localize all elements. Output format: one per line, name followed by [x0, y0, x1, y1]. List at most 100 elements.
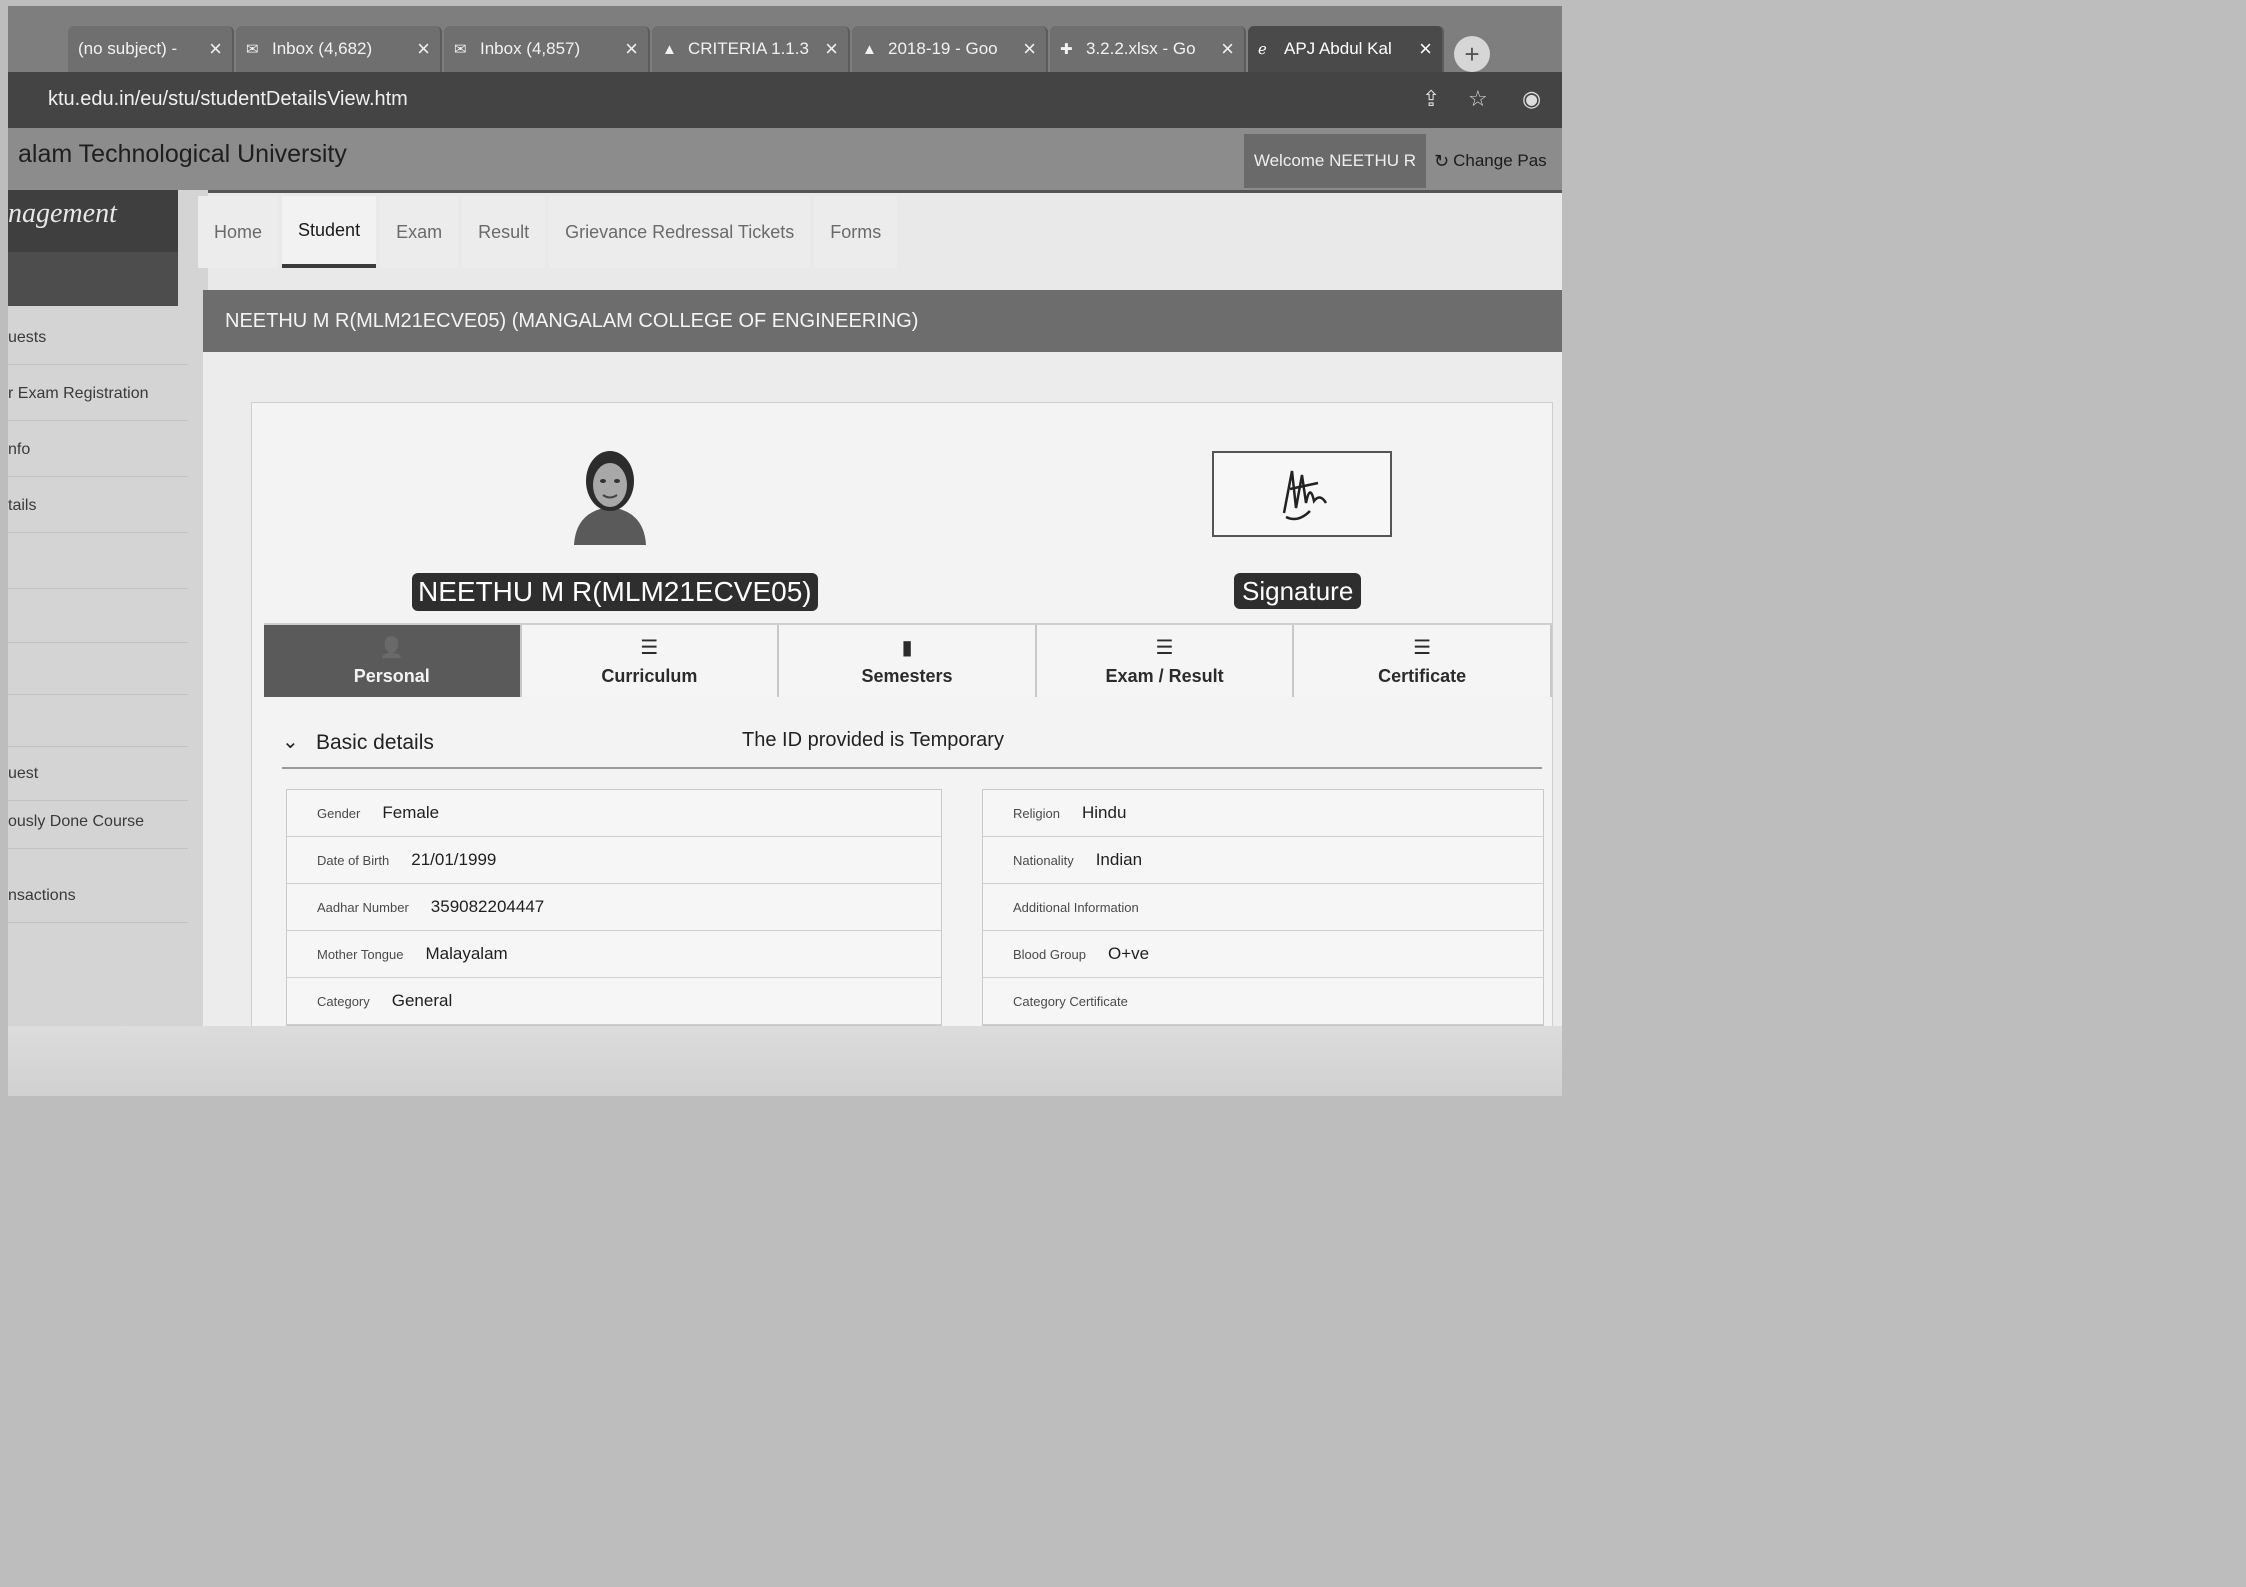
- nav-forms[interactable]: Forms: [814, 196, 898, 268]
- student-photo: [554, 441, 666, 545]
- sidebar-item[interactable]: r Exam Registration: [8, 368, 188, 421]
- list-icon: ☰: [640, 637, 659, 659]
- welcome-badge: Welcome NEETHU R: [1243, 134, 1426, 188]
- browser-tab-bar: (no subject) - × ✉ Inbox (4,682) × ✉ Inb…: [8, 6, 1562, 72]
- address-bar[interactable]: ktu.edu.in/eu/stu/studentDetailsView.htm…: [8, 72, 1562, 128]
- student-panel-heading: NEETHU M R(MLM21ECVE05) (MANGALAM COLLEG…: [203, 290, 1562, 352]
- field-label: Additional Information: [1013, 899, 1139, 915]
- nav-home[interactable]: Home: [198, 196, 279, 268]
- tab-title: 3.2.2.xlsx - Go: [1086, 39, 1196, 58]
- basic-details-left: Gender Female Date of Birth 21/01/1999 A…: [286, 789, 942, 1026]
- sidebar-item[interactable]: tails: [8, 480, 188, 533]
- change-password-link[interactable]: ↻ Change Pas: [1430, 134, 1562, 188]
- site-favicon-icon: ℯ: [1258, 41, 1267, 58]
- nav-result[interactable]: Result: [462, 196, 546, 268]
- close-icon[interactable]: ×: [1419, 36, 1432, 62]
- sidebar-item[interactable]: [8, 590, 188, 643]
- main-nav: Home Student Exam Result Grievance Redre…: [198, 196, 901, 268]
- sidebar-brand: nagement: [8, 190, 178, 252]
- basic-details-header[interactable]: ⌄ Basic details The ID provided is Tempo…: [282, 723, 1542, 769]
- browser-tab[interactable]: ▲ CRITERIA 1.1.3 ×: [652, 26, 850, 72]
- tab-label: Semesters: [861, 666, 953, 686]
- sidebar-item[interactable]: nfo: [8, 424, 188, 477]
- user-icon: 👤: [379, 637, 405, 659]
- nav-grievance[interactable]: Grievance Redressal Tickets: [549, 196, 811, 268]
- new-tab-button[interactable]: +: [1454, 36, 1490, 72]
- browser-tab[interactable]: ▲ 2018-19 - Goo ×: [852, 26, 1048, 72]
- field-row: Aadhar Number 359082204447: [287, 884, 941, 931]
- field-value: Female: [382, 803, 440, 822]
- tab-certificate[interactable]: ☰ Certificate: [1294, 625, 1552, 697]
- field-label: Category Certificate: [1013, 993, 1128, 1009]
- student-name-id-badge: NEETHU M R(MLM21ECVE05): [412, 573, 818, 611]
- screen-bottom-edge: [8, 1026, 1562, 1096]
- close-icon[interactable]: ×: [1023, 36, 1036, 62]
- basic-details-right: Religion Hindu Nationality Indian Additi…: [982, 789, 1544, 1026]
- field-value: Malayalam: [425, 944, 508, 963]
- field-label: Religion: [1013, 805, 1060, 821]
- tab-exam-result[interactable]: ☰ Exam / Result: [1036, 625, 1295, 697]
- tab-curriculum[interactable]: ☰ Curriculum: [521, 625, 780, 697]
- browser-tab-active[interactable]: ℯ APJ Abdul Kal ×: [1248, 26, 1444, 72]
- field-label: Gender: [317, 805, 361, 821]
- field-row: Nationality Indian: [983, 837, 1543, 884]
- field-row: Blood Group O+ve: [983, 931, 1543, 978]
- left-sidebar: nagement uests r Exam Registration nfo t…: [8, 190, 208, 1096]
- tab-semesters[interactable]: ▮ Semesters: [779, 625, 1037, 697]
- sidebar-item[interactable]: [8, 642, 188, 695]
- nav-student[interactable]: Student: [282, 196, 377, 268]
- browser-tab[interactable]: ✉ Inbox (4,857) ×: [444, 26, 650, 72]
- temporary-id-note: The ID provided is Temporary: [742, 729, 1004, 751]
- field-value: O+ve: [1108, 944, 1150, 963]
- close-icon[interactable]: ×: [209, 36, 222, 62]
- student-profile-card: NEETHU M R(MLM21ECVE05) Signature 👤 Pers…: [251, 402, 1553, 1096]
- sidebar-brand-strip: [8, 252, 178, 306]
- list-icon: ☰: [1155, 637, 1174, 659]
- profile-icon[interactable]: ◉: [1522, 86, 1541, 112]
- sidebar-item[interactable]: uests: [8, 312, 188, 365]
- signature-image: [1212, 451, 1392, 537]
- tab-label: Certificate: [1378, 666, 1467, 686]
- tab-title: Inbox (4,857): [480, 39, 581, 58]
- close-icon[interactable]: ×: [625, 36, 638, 62]
- photographed-screen: (no subject) - × ✉ Inbox (4,682) × ✉ Inb…: [8, 6, 1562, 1096]
- tab-label: Exam / Result: [1105, 666, 1224, 686]
- gmail-icon: ✉: [454, 41, 467, 58]
- close-icon[interactable]: ×: [1221, 36, 1234, 62]
- sidebar-item[interactable]: ously Done Course: [8, 796, 188, 849]
- tab-title: APJ Abdul Kal: [1284, 39, 1392, 58]
- sidebar-item[interactable]: [8, 536, 188, 589]
- book-icon: ▮: [901, 637, 913, 659]
- url-text[interactable]: ktu.edu.in/eu/stu/studentDetailsView.htm: [48, 88, 408, 111]
- field-row: Mother Tongue Malayalam: [287, 931, 941, 978]
- field-label: Nationality: [1013, 852, 1074, 868]
- field-label: Aadhar Number: [317, 899, 409, 915]
- browser-tab[interactable]: ✉ Inbox (4,682) ×: [236, 26, 442, 72]
- field-label: Date of Birth: [317, 852, 390, 868]
- chevron-down-icon[interactable]: ⌄: [282, 729, 299, 754]
- tab-title: (no subject) -: [78, 39, 178, 58]
- field-row: Category Certificate: [983, 978, 1543, 1025]
- star-icon[interactable]: ☆: [1468, 86, 1488, 112]
- field-label: Blood Group: [1013, 946, 1086, 962]
- close-icon[interactable]: ×: [825, 36, 838, 62]
- gmail-icon: ✉: [246, 41, 259, 58]
- list-icon: ☰: [1413, 637, 1432, 659]
- browser-tab[interactable]: ✚ 3.2.2.xlsx - Go ×: [1050, 26, 1246, 72]
- tab-personal[interactable]: 👤 Personal: [264, 625, 522, 697]
- sidebar-item[interactable]: nsactions: [8, 870, 188, 923]
- field-label: Mother Tongue: [317, 946, 404, 962]
- drive-icon: ▲: [662, 40, 677, 58]
- field-value: 21/01/1999: [411, 850, 497, 869]
- sidebar-item[interactable]: [8, 694, 188, 747]
- field-value: 359082204447: [430, 897, 545, 916]
- tab-title: 2018-19 - Goo: [888, 39, 998, 58]
- share-icon[interactable]: ⇪: [1422, 86, 1440, 112]
- sidebar-item[interactable]: uest: [8, 748, 188, 801]
- refresh-icon: ↻: [1434, 150, 1450, 171]
- close-icon[interactable]: ×: [417, 36, 430, 62]
- student-panel-body: NEETHU M R(MLM21ECVE05) Signature 👤 Pers…: [203, 352, 1562, 1096]
- browser-tab[interactable]: (no subject) - ×: [68, 26, 234, 72]
- detail-tabs: 👤 Personal ☰ Curriculum ▮ Semesters ☰ Ex…: [264, 623, 1552, 699]
- nav-exam[interactable]: Exam: [380, 196, 459, 268]
